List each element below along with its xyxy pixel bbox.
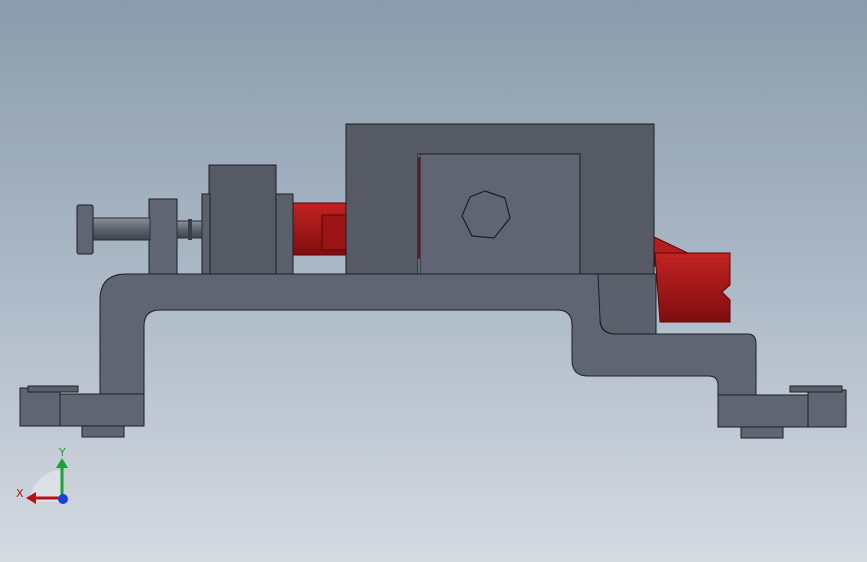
x-arrow-head-icon	[26, 492, 36, 504]
z-axis-dot-icon	[58, 494, 68, 504]
threaded-rod[interactable]	[91, 217, 203, 241]
graphics-viewport[interactable]: Y X	[0, 0, 867, 562]
cad-model-view[interactable]: Y X	[0, 0, 867, 562]
red-side-clamp[interactable]	[651, 235, 731, 323]
screw-post[interactable]	[148, 198, 178, 275]
axis-triad	[26, 458, 68, 504]
triad-y-label: Y	[58, 446, 66, 459]
jaw-block[interactable]	[201, 164, 294, 275]
y-arrow-head-icon	[56, 458, 68, 468]
triad-x-label: X	[16, 487, 24, 500]
rod-end-knob[interactable]	[76, 204, 94, 255]
